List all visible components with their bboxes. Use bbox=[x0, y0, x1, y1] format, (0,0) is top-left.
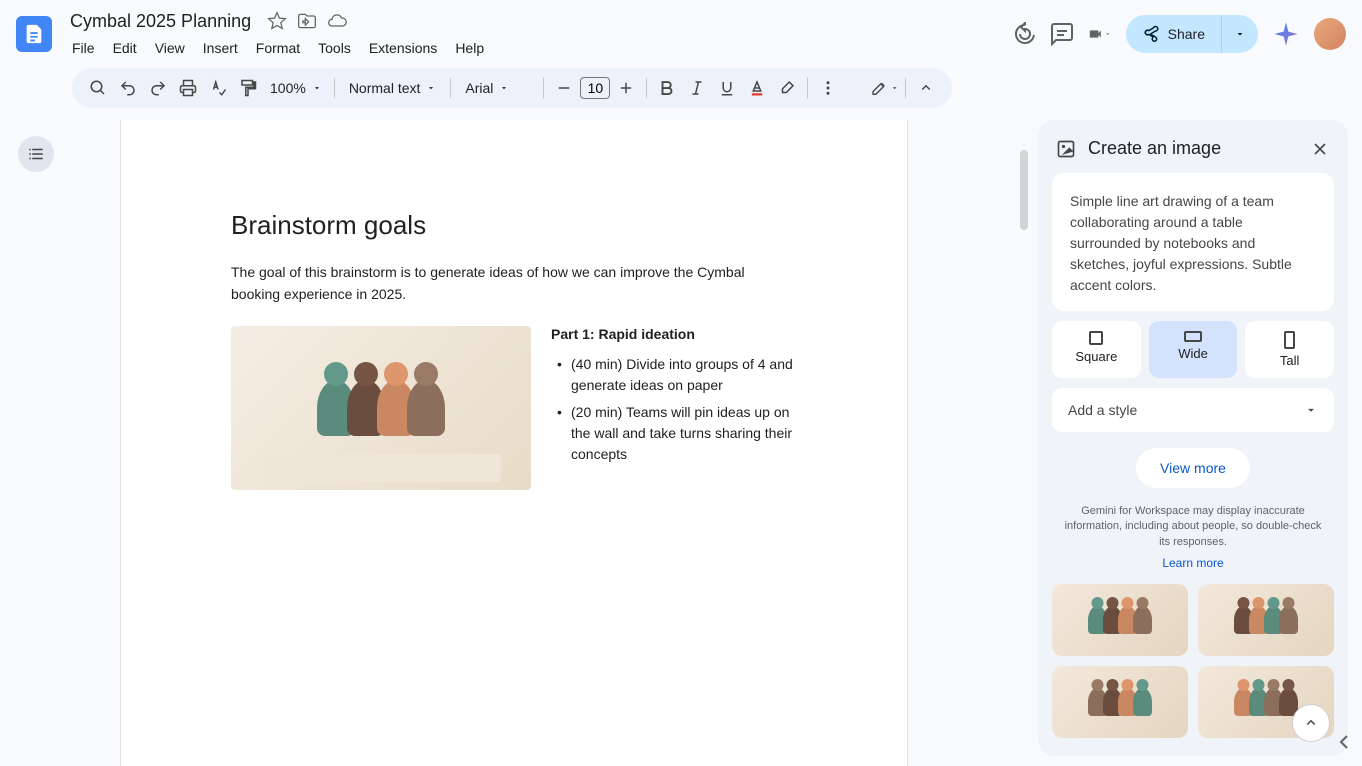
history-icon[interactable] bbox=[1012, 22, 1036, 46]
document-title[interactable]: Cymbal 2025 Planning bbox=[64, 9, 257, 34]
document-page: Brainstorm goals The goal of this brains… bbox=[120, 120, 908, 766]
generated-image-1[interactable] bbox=[1052, 584, 1188, 656]
collapse-toolbar-icon[interactable] bbox=[912, 74, 940, 102]
undo-icon[interactable] bbox=[114, 74, 142, 102]
search-icon[interactable] bbox=[84, 74, 112, 102]
user-avatar[interactable] bbox=[1314, 18, 1346, 50]
style-dropdown[interactable]: Add a style bbox=[1052, 388, 1334, 432]
app-header: Cymbal 2025 Planning File Edit View Inse… bbox=[0, 0, 1362, 60]
share-button-group: Share bbox=[1126, 15, 1258, 53]
collapse-sidepanel-icon[interactable] bbox=[1332, 730, 1356, 754]
docs-logo[interactable] bbox=[16, 16, 52, 52]
decrease-font-icon[interactable] bbox=[550, 74, 578, 102]
prompt-textarea[interactable]: Simple line art drawing of a team collab… bbox=[1052, 173, 1334, 311]
generated-image-3[interactable] bbox=[1052, 666, 1188, 738]
divider bbox=[807, 78, 808, 98]
outline-button[interactable] bbox=[18, 136, 54, 172]
disclaimer-text: Gemini for Workspace may display inaccur… bbox=[1038, 504, 1348, 556]
tall-icon bbox=[1284, 331, 1295, 349]
square-icon bbox=[1089, 331, 1103, 345]
share-button[interactable]: Share bbox=[1126, 15, 1221, 53]
menu-extensions[interactable]: Extensions bbox=[361, 36, 445, 60]
divider bbox=[334, 78, 335, 98]
menu-tools[interactable]: Tools bbox=[310, 36, 359, 60]
create-image-panel: Create an image Simple line art drawing … bbox=[1038, 120, 1348, 756]
menu-format[interactable]: Format bbox=[248, 36, 308, 60]
generated-image-2[interactable] bbox=[1198, 584, 1334, 656]
part-title[interactable]: Part 1: Rapid ideation bbox=[551, 326, 797, 342]
ratio-wide[interactable]: Wide bbox=[1149, 321, 1238, 378]
gemini-icon[interactable] bbox=[1272, 20, 1300, 48]
zoom-select[interactable]: 100% bbox=[264, 80, 328, 96]
divider bbox=[646, 78, 647, 98]
toolbar: 100% Normal text Arial bbox=[72, 68, 952, 108]
doc-intro[interactable]: The goal of this brainstorm is to genera… bbox=[231, 261, 797, 306]
scrollbar[interactable] bbox=[1020, 150, 1028, 230]
star-icon[interactable] bbox=[267, 11, 287, 31]
menu-view[interactable]: View bbox=[147, 36, 193, 60]
print-icon[interactable] bbox=[174, 74, 202, 102]
divider bbox=[543, 78, 544, 98]
paragraph-style-select[interactable]: Normal text bbox=[341, 80, 445, 96]
increase-font-icon[interactable] bbox=[612, 74, 640, 102]
panel-title: Create an image bbox=[1088, 138, 1298, 159]
cloud-status-icon[interactable] bbox=[327, 11, 347, 31]
move-icon[interactable] bbox=[297, 11, 317, 31]
learn-more-link[interactable]: Learn more bbox=[1038, 556, 1348, 570]
redo-icon[interactable] bbox=[144, 74, 172, 102]
ratio-tall[interactable]: Tall bbox=[1245, 321, 1334, 378]
comments-icon[interactable] bbox=[1050, 22, 1074, 46]
edit-mode-icon[interactable] bbox=[871, 74, 899, 102]
inserted-image[interactable] bbox=[231, 326, 531, 490]
bullet-item[interactable]: (20 min) Teams will pin ideas up on the … bbox=[551, 402, 797, 465]
ratio-square[interactable]: Square bbox=[1052, 321, 1141, 378]
close-icon[interactable] bbox=[1310, 139, 1330, 159]
divider bbox=[450, 78, 451, 98]
view-more-button[interactable]: View more bbox=[1136, 448, 1250, 488]
more-icon[interactable] bbox=[814, 74, 842, 102]
paint-format-icon[interactable] bbox=[234, 74, 262, 102]
italic-icon[interactable] bbox=[683, 74, 711, 102]
document-canvas[interactable]: Brainstorm goals The goal of this brains… bbox=[72, 120, 1028, 766]
menu-help[interactable]: Help bbox=[447, 36, 492, 60]
highlight-icon[interactable] bbox=[773, 74, 801, 102]
font-select[interactable]: Arial bbox=[457, 80, 537, 96]
underline-icon[interactable] bbox=[713, 74, 741, 102]
doc-heading[interactable]: Brainstorm goals bbox=[231, 210, 797, 241]
menu-bar: File Edit View Insert Format Tools Exten… bbox=[64, 36, 1012, 60]
share-dropdown[interactable] bbox=[1221, 15, 1258, 53]
spellcheck-icon[interactable] bbox=[204, 74, 232, 102]
menu-edit[interactable]: Edit bbox=[105, 36, 145, 60]
video-call-button[interactable] bbox=[1088, 22, 1112, 46]
scroll-up-button[interactable] bbox=[1292, 704, 1330, 742]
image-icon bbox=[1056, 139, 1076, 159]
left-sidebar bbox=[0, 120, 72, 766]
menu-file[interactable]: File bbox=[64, 36, 103, 60]
menu-insert[interactable]: Insert bbox=[195, 36, 246, 60]
divider bbox=[905, 78, 906, 98]
text-color-icon[interactable] bbox=[743, 74, 771, 102]
wide-icon bbox=[1184, 331, 1202, 342]
bullet-item[interactable]: (40 min) Divide into groups of 4 and gen… bbox=[551, 354, 797, 396]
font-size-input[interactable] bbox=[580, 77, 610, 99]
share-label: Share bbox=[1168, 26, 1205, 42]
bold-icon[interactable] bbox=[653, 74, 681, 102]
